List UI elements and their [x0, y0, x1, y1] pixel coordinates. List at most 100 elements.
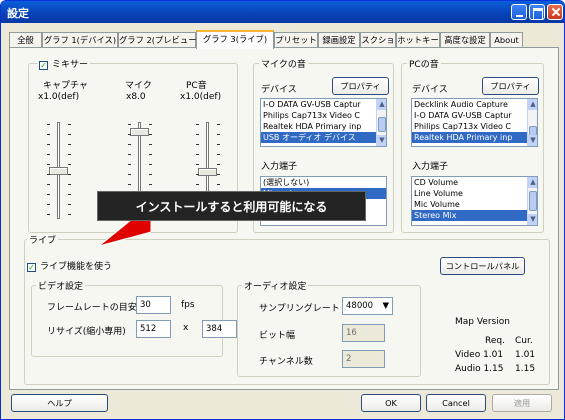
slider-tick [68, 214, 71, 215]
slider-thumb[interactable] [130, 128, 149, 136]
checkbox-icon[interactable]: ✓ [27, 263, 36, 272]
map-version-title: Map Version [455, 317, 510, 327]
enable-live-checkbox[interactable]: ✓ ライブ機能を使う [27, 259, 112, 272]
slider-tick [68, 154, 71, 155]
pc-channel-label: PC音 [186, 81, 207, 91]
list-item[interactable]: Decklink Audio Capture [412, 99, 537, 110]
slider-tick [149, 144, 152, 145]
list-item[interactable]: Mic Volume [412, 199, 537, 210]
slider-tick [128, 164, 131, 165]
scrollbar-thumb[interactable] [529, 191, 537, 211]
slider-tick [196, 174, 199, 175]
pc-input-list[interactable]: CD Volume Line Volume Mic Volume Stereo … [411, 176, 538, 226]
slider-tick [68, 184, 71, 185]
title-bar[interactable]: 設定 [1, 1, 564, 23]
vertical-scrollbar[interactable]: ▲ ▼ [527, 177, 537, 225]
capture-channel-label: キャプチャ [43, 81, 88, 91]
list-item[interactable]: (選択しない) [261, 177, 386, 188]
scrollbar-thumb[interactable] [378, 117, 386, 132]
mic-channel-label: マイク [125, 81, 152, 91]
slider-thumb[interactable] [49, 167, 68, 175]
pc-sound-title: PCの音 [407, 57, 441, 70]
apply-button[interactable]: 適用 [492, 394, 552, 412]
audio-current-version: 1.15 [515, 364, 536, 374]
slider-tick [196, 184, 199, 185]
bit-depth-value: 16 [342, 324, 385, 342]
video-settings-title: ビデオ設定 [36, 279, 86, 292]
ok-button[interactable]: OK [361, 394, 421, 412]
capture-volume-slider[interactable] [39, 118, 79, 227]
list-item-selected[interactable]: Stereo Mix [412, 210, 537, 221]
list-item[interactable]: I-O DATA GV-USB Captur [261, 99, 386, 110]
capture-gain: x1.0(def) [38, 92, 80, 102]
control-panel-button[interactable]: コントロールパネル [440, 257, 525, 275]
slider-tick [68, 194, 71, 195]
video-current-version: 1.01 [515, 350, 536, 360]
fps-input[interactable]: 30 [136, 296, 171, 314]
chevron-down-icon[interactable]: ▼ [382, 298, 389, 314]
list-item[interactable]: CD Volume [412, 177, 537, 188]
live-title: ライブ [27, 233, 59, 246]
slider-tick [128, 154, 131, 155]
tab-screenshot[interactable]: スクショ [360, 32, 396, 48]
slider-tick [149, 154, 152, 155]
list-item[interactable]: Philips Cap713x Video C [412, 121, 537, 132]
mic-device-label: デバイス [261, 85, 297, 95]
tab-graph1-device[interactable]: グラフ 1(デバイス) [42, 32, 118, 48]
close-button[interactable] [547, 4, 563, 20]
list-item[interactable]: Realtek HDA Primary inp [261, 121, 386, 132]
tab-presets[interactable]: プリセット [274, 32, 318, 48]
slider-tick [149, 124, 152, 125]
list-item[interactable]: Line Volume [412, 188, 537, 199]
slider-tick [47, 154, 50, 155]
scroll-down-icon[interactable]: ▼ [528, 214, 537, 225]
vertical-scrollbar[interactable]: ▲ ▼ [376, 99, 386, 146]
scroll-down-icon[interactable]: ▼ [528, 135, 537, 146]
tab-recording[interactable]: 録画設定 [318, 32, 360, 48]
tab-graph2-preview[interactable]: グラフ 2(プレビュー) [118, 32, 200, 48]
audio-settings-title: オーディオ設定 [242, 279, 309, 292]
list-item-selected[interactable]: USB オーディオ デバイス [261, 132, 386, 143]
tab-about[interactable]: About [490, 32, 523, 48]
mic-device-list[interactable]: I-O DATA GV-USB Captur Philips Cap713x V… [260, 98, 387, 147]
times-sign: x [183, 323, 189, 333]
list-item-selected[interactable]: Realtek HDA Primary inp [412, 132, 537, 143]
height-input[interactable]: 384 [202, 320, 237, 338]
slider-tick [149, 164, 152, 165]
list-item[interactable]: Philips Cap713x Video C [261, 110, 386, 121]
pc-device-list[interactable]: Decklink Audio Capture I-O DATA GV-USB C… [411, 98, 538, 147]
slider-tick [47, 214, 50, 215]
slider-tick [128, 174, 131, 175]
scroll-up-icon[interactable]: ▲ [377, 99, 386, 110]
tab-graph3-live[interactable]: グラフ 3(ライブ) [196, 30, 274, 49]
sampling-rate-select[interactable]: 48000 ▼ [342, 297, 393, 315]
width-input[interactable]: 512 [136, 320, 171, 338]
maximize-button[interactable] [529, 4, 545, 20]
list-item[interactable]: I-O DATA GV-USB Captur [412, 110, 537, 121]
scroll-down-icon[interactable]: ▼ [377, 135, 386, 146]
checkbox-icon[interactable]: ✓ [39, 61, 48, 70]
slider-tick [47, 124, 50, 125]
mixer-toggle[interactable]: ✓ ミキサー [37, 57, 91, 70]
required-label: Req. [485, 336, 505, 346]
tab-advanced[interactable]: 高度な設定 [440, 32, 490, 48]
minimize-button[interactable] [511, 4, 527, 20]
cancel-button[interactable]: Cancel [426, 394, 486, 412]
slider-thumb[interactable] [198, 168, 217, 176]
slider-tick [196, 124, 199, 125]
tab-hotkeys[interactable]: ホットキー [396, 32, 440, 48]
slider-tick [128, 134, 131, 135]
scroll-up-icon[interactable]: ▲ [528, 99, 537, 110]
help-button[interactable]: ヘルプ [11, 394, 108, 412]
mic-sound-title: マイクの音 [259, 57, 308, 70]
slider-tick [47, 194, 50, 195]
vertical-scrollbar[interactable]: ▲ ▼ [527, 99, 537, 146]
settings-window: 設定 全般 グラフ 1(デバイス) グラフ 2(プレビュー) グラフ 3(ライブ… [0, 0, 565, 420]
slider-tick [128, 144, 131, 145]
scroll-up-icon[interactable]: ▲ [528, 177, 537, 188]
mic-properties-button[interactable]: プロパティ [332, 77, 389, 95]
pc-properties-button[interactable]: プロパティ [482, 77, 539, 95]
tab-general[interactable]: 全般 [9, 32, 42, 48]
slider-tick [217, 164, 220, 165]
slider-tick [47, 134, 50, 135]
